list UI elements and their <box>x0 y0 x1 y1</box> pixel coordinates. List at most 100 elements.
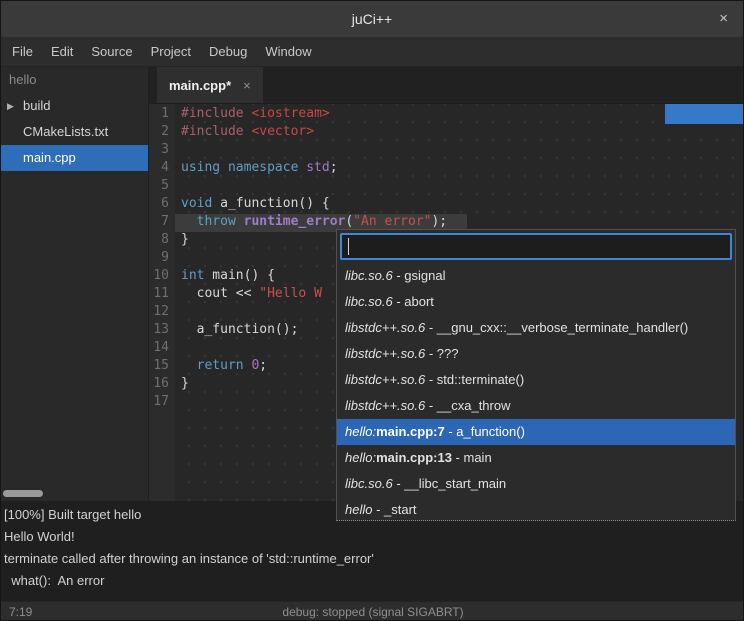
backtrace-item-3[interactable]: libstdc++.so.6 - ??? <box>337 341 735 367</box>
tab-main-cpp[interactable]: main.cpp* × <box>157 67 263 103</box>
file-name: main.cpp <box>23 150 76 165</box>
line-number: 4 <box>149 160 175 178</box>
code-token: using namespace <box>181 160 298 175</box>
menu-item-file[interactable]: File <box>3 37 42 67</box>
file-name: build <box>23 98 50 113</box>
backtrace-item-2[interactable]: libstdc++.so.6 - __gnu_cxx::__verbose_te… <box>337 315 735 341</box>
frame-function: - abort <box>393 294 434 309</box>
code-token: ; <box>330 160 338 175</box>
code-token: return <box>197 358 244 373</box>
console-line-2: Hello World! <box>4 526 742 548</box>
code-line-1: #include <iostream> <box>175 106 744 124</box>
frame-function: - main <box>452 450 492 465</box>
line-number: 17 <box>149 394 175 412</box>
code-token: "An error" <box>353 214 431 229</box>
code-token <box>181 358 197 373</box>
code-token: a_function(); <box>181 322 298 337</box>
backtrace-item-6[interactable]: hello:main.cpp:7 - a_function() <box>337 419 735 445</box>
menu-item-debug[interactable]: Debug <box>200 37 256 67</box>
sidebar-item-build[interactable]: ▶ build <box>1 93 148 119</box>
frame-function: - __gnu_cxx::__verbose_terminate_handler… <box>425 320 688 335</box>
backtrace-item-0[interactable]: libc.so.6 - gsignal <box>337 263 735 289</box>
menu-item-source[interactable]: Source <box>82 37 141 67</box>
code-token: cout << <box>181 286 259 301</box>
frame-module: libc.so.6 <box>345 268 393 283</box>
code-token: int <box>181 268 204 283</box>
code-token: } <box>181 232 189 247</box>
sidebar: hello ▶ build CMakeLists.txt main.cpp <box>1 67 149 501</box>
sidebar-item-cmakelists-txt[interactable]: CMakeLists.txt <box>1 119 148 145</box>
code-token: <vector> <box>251 124 314 139</box>
backtrace-item-5[interactable]: libstdc++.so.6 - __cxa_throw <box>337 393 735 419</box>
backtrace-item-9[interactable]: hello - _start <box>337 497 735 521</box>
frame-function: - __cxa_throw <box>425 398 510 413</box>
code-line-4: using namespace std; <box>175 160 744 178</box>
line-number: 1 <box>149 106 175 124</box>
frame-location: main.cpp:7 <box>376 424 445 439</box>
line-number-gutter: 1234567891011121314151617 <box>149 104 175 501</box>
menu-item-edit[interactable]: Edit <box>42 37 82 67</box>
line-number: 13 <box>149 322 175 340</box>
line-number: 14 <box>149 340 175 358</box>
file-name: CMakeLists.txt <box>23 124 108 139</box>
backtrace-item-8[interactable]: libc.so.6 - __libc_start_main <box>337 471 735 497</box>
line-number: 6 <box>149 196 175 214</box>
code-token: void <box>181 196 212 211</box>
tabbar: main.cpp* × <box>149 67 744 104</box>
line-number: 15 <box>149 358 175 376</box>
frame-location: main.cpp:13 <box>376 450 452 465</box>
backtrace-popup: libc.so.6 - gsignallibc.so.6 - abortlibs… <box>336 229 736 521</box>
popup-search-input[interactable] <box>342 235 730 258</box>
console-line-3: terminate called after throwing an insta… <box>4 548 742 570</box>
code-line-6: void a_function() { <box>175 196 744 214</box>
backtrace-item-1[interactable]: libc.so.6 - abort <box>337 289 735 315</box>
line-number: 12 <box>149 304 175 322</box>
code-line-3 <box>175 142 744 160</box>
code-token: std <box>306 160 329 175</box>
frame-function: - std::terminate() <box>425 372 524 387</box>
popup-search-field[interactable] <box>340 233 732 260</box>
code-token: runtime_error <box>244 214 346 229</box>
menubar: FileEditSourceProjectDebugWindow <box>1 37 743 67</box>
backtrace-item-4[interactable]: libstdc++.so.6 - std::terminate() <box>337 367 735 393</box>
window-title: juCi++ <box>1 1 743 37</box>
frame-function: - _start <box>372 502 416 517</box>
editor-scrollbar-thumb[interactable] <box>665 104 744 124</box>
frame-module: libc.so.6 <box>345 294 393 309</box>
tab-close-icon[interactable]: × <box>243 78 251 93</box>
frame-module: hello: <box>345 424 376 439</box>
menu-item-window[interactable]: Window <box>256 37 320 67</box>
sidebar-item-main-cpp[interactable]: main.cpp <box>1 145 148 171</box>
titlebar: juCi++ × <box>1 1 743 37</box>
menu-item-project[interactable]: Project <box>142 37 200 67</box>
statusbar: 7:19 debug: stopped (signal SIGABRT) <box>1 601 744 621</box>
code-token: #include <box>181 106 251 121</box>
frame-function: - a_function() <box>445 424 525 439</box>
code-token: main() { <box>204 268 274 283</box>
sidebar-scrollbar[interactable] <box>3 490 43 497</box>
frame-function: - gsignal <box>393 268 446 283</box>
tab-label: main.cpp* <box>169 78 231 93</box>
line-number: 3 <box>149 142 175 160</box>
code-line-5 <box>175 178 744 196</box>
line-number: 16 <box>149 376 175 394</box>
backtrace-list: libc.so.6 - gsignallibc.so.6 - abortlibs… <box>337 263 735 521</box>
code-token: #include <box>181 124 251 139</box>
line-number: 11 <box>149 286 175 304</box>
code-token <box>236 214 244 229</box>
backtrace-item-7[interactable]: hello:main.cpp:13 - main <box>337 445 735 471</box>
expander-icon[interactable]: ▶ <box>7 93 14 119</box>
file-tree: ▶ build CMakeLists.txt main.cpp <box>1 93 148 171</box>
debug-status: debug: stopped (signal SIGABRT) <box>1 602 744 621</box>
project-label: hello <box>1 67 148 93</box>
code-token: throw <box>197 214 236 229</box>
frame-module: hello <box>345 502 372 517</box>
frame-function: - __libc_start_main <box>393 476 506 491</box>
frame-module: libstdc++.so.6 <box>345 320 425 335</box>
line-number: 5 <box>149 178 175 196</box>
close-icon[interactable]: × <box>719 1 728 37</box>
frame-module: libstdc++.so.6 <box>345 372 425 387</box>
code-token: ); <box>431 214 447 229</box>
console-line-4: what(): An error <box>4 570 742 592</box>
code-line-2: #include <vector> <box>175 124 744 142</box>
